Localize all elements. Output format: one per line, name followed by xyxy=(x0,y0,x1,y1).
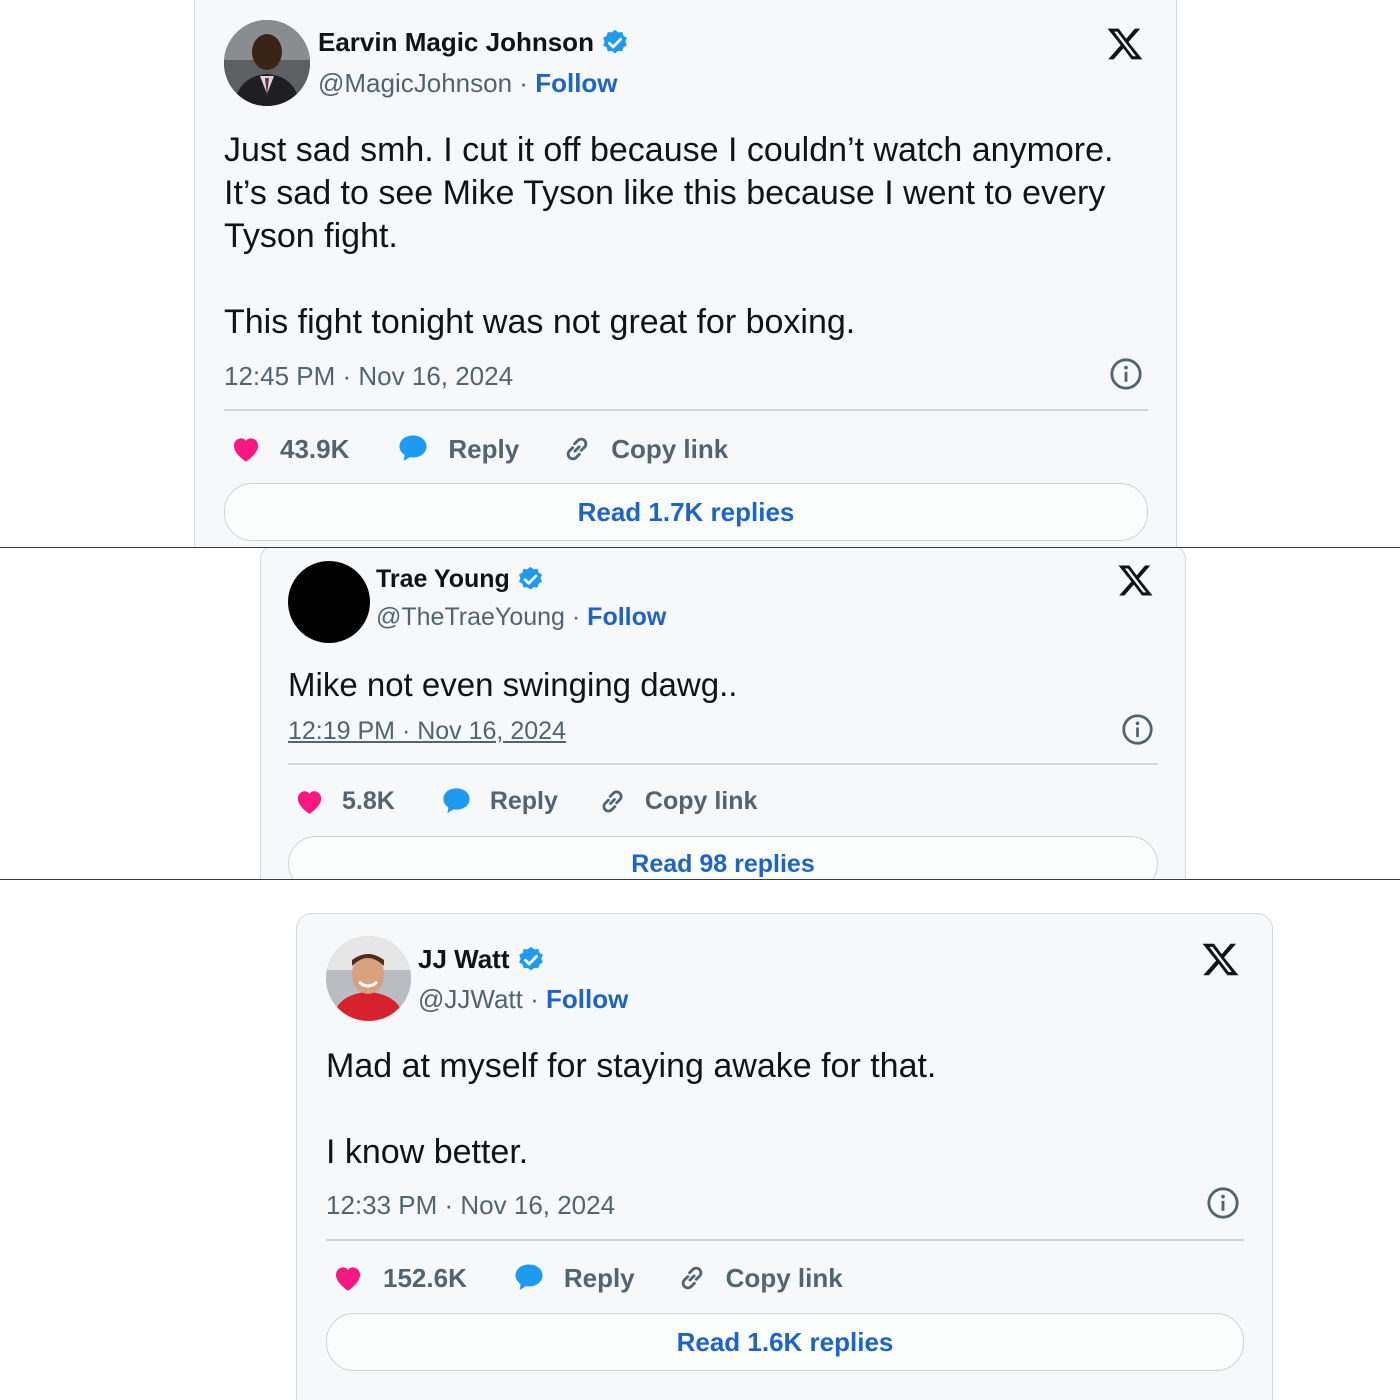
divider-rule xyxy=(326,1239,1244,1241)
heart-icon xyxy=(335,1267,361,1291)
like-count: 43.9K xyxy=(280,433,350,464)
speech-bubble-icon xyxy=(515,1264,543,1290)
x-logo-icon[interactable] xyxy=(1117,562,1154,599)
author-name[interactable]: Trae Young xyxy=(376,565,510,594)
tweet-timestamp[interactable]: 12:19 PM · Nov 16, 2024 xyxy=(288,717,566,746)
read-replies-label: Read 1.7K replies xyxy=(577,497,795,527)
read-replies-label: Read 1.6K replies xyxy=(676,1327,894,1357)
like-button[interactable]: 5.8K xyxy=(293,785,395,818)
author-name[interactable]: JJ Watt xyxy=(418,944,510,975)
tweet-text: Just sad smh. I cut it off because I cou… xyxy=(224,129,1124,344)
link-icon xyxy=(602,790,623,812)
info-icon[interactable] xyxy=(1109,357,1143,391)
like-button[interactable]: 152.6K xyxy=(331,1261,467,1295)
copy-link-button[interactable]: Copy link xyxy=(596,785,758,818)
tweet-paragraph: This fight tonight was not great for box… xyxy=(224,303,856,341)
tweet-card: Trae Young @TheTraeYoung · Follow Mike n… xyxy=(260,548,1186,879)
reply-button[interactable]: Reply xyxy=(511,1260,635,1296)
tweet-timestamp[interactable]: 12:33 PM · Nov 16, 2024 xyxy=(326,1190,615,1221)
verified-badge-icon xyxy=(518,566,542,590)
tweet-panel-3: JJ Watt @JJWatt · Follow Mad at myself f… xyxy=(0,880,1400,1400)
like-button[interactable]: 43.9K xyxy=(229,432,349,466)
avatar[interactable] xyxy=(326,936,411,1021)
link-icon xyxy=(681,1266,702,1290)
heart-icon xyxy=(297,790,322,814)
author-handle[interactable]: @MagicJohnson xyxy=(318,68,512,98)
x-logo-icon[interactable] xyxy=(1106,25,1144,63)
reply-label: Reply xyxy=(448,433,520,464)
heart-icon xyxy=(233,438,259,462)
read-replies-button[interactable]: Read 98 replies xyxy=(288,836,1158,879)
like-count: 5.8K xyxy=(342,786,395,815)
tweet-panel-1: Earvin Magic Johnson @MagicJohnson · Fol… xyxy=(0,0,1400,547)
follow-button[interactable]: Follow xyxy=(535,68,617,98)
like-count: 152.6K xyxy=(383,1262,467,1293)
tweet-text: Mad at myself for staying awake for that… xyxy=(326,1045,1226,1174)
reply-button[interactable]: Reply xyxy=(439,784,558,819)
link-icon xyxy=(566,437,588,461)
copy-link-label: Copy link xyxy=(611,433,729,464)
separator: · xyxy=(519,68,528,98)
speech-bubble-icon xyxy=(443,787,470,813)
author-handle[interactable]: @JJWatt xyxy=(418,984,523,1014)
copy-link-label: Copy link xyxy=(644,786,758,815)
author-name[interactable]: Earvin Magic Johnson xyxy=(318,27,594,58)
tweet-card: JJ Watt @JJWatt · Follow Mad at myself f… xyxy=(296,913,1273,1400)
tweet-text: Mike not even swinging dawg.. xyxy=(288,664,1138,706)
tweet-panel-2: Trae Young @TheTraeYoung · Follow Mike n… xyxy=(0,548,1400,879)
speech-bubble-icon xyxy=(399,435,427,461)
tweet-paragraph: I know better. xyxy=(326,1133,529,1171)
info-icon[interactable] xyxy=(1121,713,1154,746)
verified-badge-icon xyxy=(518,946,543,970)
follow-button[interactable]: Follow xyxy=(546,984,628,1014)
separator: · xyxy=(530,984,539,1014)
info-icon[interactable] xyxy=(1206,1186,1240,1220)
divider-rule xyxy=(224,409,1148,411)
verified-badge-icon xyxy=(603,29,627,53)
copy-link-label: Copy link xyxy=(725,1262,843,1293)
tweet-paragraph: Mad at myself for staying awake for that… xyxy=(326,1047,937,1085)
divider-rule xyxy=(288,763,1158,765)
read-replies-button[interactable]: Read 1.6K replies xyxy=(326,1313,1244,1371)
tweet-paragraph: Just sad smh. I cut it off because I cou… xyxy=(224,131,1114,255)
separator: · xyxy=(571,603,581,631)
tweet-timestamp[interactable]: 12:45 PM · Nov 16, 2024 xyxy=(224,361,513,392)
avatar-photo xyxy=(224,20,310,106)
copy-link-button[interactable]: Copy link xyxy=(560,432,728,466)
read-replies-label: Read 98 replies xyxy=(631,850,815,878)
author-handle[interactable]: @TheTraeYoung xyxy=(376,603,565,631)
follow-button[interactable]: Follow xyxy=(587,603,666,631)
avatar[interactable] xyxy=(288,561,370,643)
copy-link-button[interactable]: Copy link xyxy=(675,1261,843,1295)
tweet-paragraph: Mike not even swinging dawg.. xyxy=(288,666,738,703)
x-logo-icon[interactable] xyxy=(1201,940,1240,979)
reply-label: Reply xyxy=(563,1262,635,1293)
reply-button[interactable]: Reply xyxy=(395,431,519,467)
reply-label: Reply xyxy=(489,786,558,815)
avatar-photo xyxy=(326,936,411,1021)
read-replies-button[interactable]: Read 1.7K replies xyxy=(224,483,1148,541)
tweet-card: Earvin Magic Johnson @MagicJohnson · Fol… xyxy=(194,0,1177,547)
avatar[interactable] xyxy=(224,20,310,106)
